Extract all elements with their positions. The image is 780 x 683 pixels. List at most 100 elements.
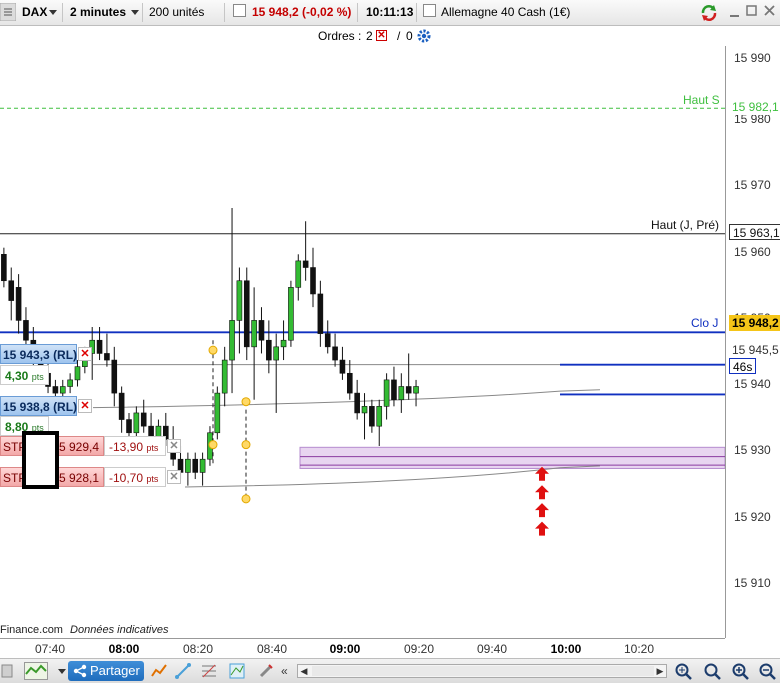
price-chart[interactable]	[0, 46, 726, 638]
expand-panel-icon[interactable]	[0, 662, 18, 680]
checkbox-icon[interactable]	[423, 4, 439, 20]
trail-line-1	[92, 389, 601, 409]
order-pts-1: 4,30 pts	[0, 365, 49, 385]
clo-j-label: Clo J	[691, 316, 719, 330]
candle-body	[361, 406, 368, 414]
haut-s-label: Haut S	[683, 93, 720, 107]
fibonacci-icon[interactable]	[200, 662, 218, 680]
share-button[interactable]: Partager	[68, 661, 144, 681]
units-field[interactable]: 200 unités	[149, 0, 204, 25]
order-pts-value: 4,30	[5, 369, 29, 383]
cancel-orders-icon[interactable]: ✕	[376, 30, 387, 41]
close-icon[interactable]	[764, 5, 780, 21]
drawing-icon[interactable]	[174, 662, 192, 680]
candle-body	[59, 386, 66, 394]
timeframe-select[interactable]: 2 minutes	[70, 0, 126, 25]
scroll-left-icon[interactable]: ◀	[298, 665, 310, 677]
order-pts-value: -10,70	[109, 471, 144, 485]
x-tick-label: 09:20	[403, 642, 435, 656]
order-pts-unit: pts	[146, 474, 159, 484]
zoom-out-icon[interactable]	[758, 662, 776, 680]
line-945-price: 15 945,5	[729, 342, 780, 358]
maximize-icon[interactable]	[746, 5, 762, 21]
y-tick-label: 15 970	[734, 178, 771, 192]
chevron-down-icon[interactable]	[58, 669, 66, 674]
chart-type-icon[interactable]	[24, 662, 48, 680]
x-tick-label: 10:20	[623, 642, 655, 656]
haut-j-label: Haut (J, Pré)	[651, 218, 720, 232]
y-tick-label: 15 910	[734, 576, 771, 590]
close-icon[interactable]: ✕	[78, 399, 92, 413]
drag-handle	[208, 440, 218, 450]
orders-separator: /	[397, 29, 401, 43]
candle-body	[199, 458, 206, 473]
candle-body	[1, 254, 7, 282]
candle-body	[376, 406, 383, 427]
order-price: 5 928,1	[59, 471, 100, 485]
candle-body	[192, 458, 199, 473]
candle-body	[317, 293, 324, 334]
close-icon[interactable]: ✕	[167, 439, 181, 453]
price-change: 15 948,2 (-0,02 %)	[252, 5, 352, 19]
close-icon[interactable]: ✕	[78, 347, 92, 361]
zoom-reset-icon[interactable]	[703, 662, 721, 680]
sidebar-toggle-icon[interactable]	[0, 2, 17, 22]
candle-body	[23, 320, 29, 341]
candle-body	[346, 372, 353, 394]
buy-signal-arrow	[535, 485, 549, 500]
x-tick-label: 07:40	[34, 642, 66, 656]
orders-label: Ordres :	[318, 29, 362, 43]
chevron-down-icon[interactable]	[131, 10, 139, 15]
pattern-icon[interactable]	[228, 662, 246, 680]
candle-body	[221, 359, 228, 394]
candle-body	[302, 260, 309, 268]
candle-body	[324, 333, 331, 348]
candle-body	[236, 280, 243, 321]
candle-body	[140, 412, 147, 427]
candle-body	[52, 386, 59, 394]
instrument-name[interactable]: DAX	[22, 0, 47, 25]
minimize-icon[interactable]	[729, 6, 745, 22]
order-tag-2[interactable]: 15 938,8 (RL)	[0, 396, 77, 416]
candle-body	[229, 320, 235, 361]
haut-j-price: 15 963,1	[729, 224, 780, 240]
y-tick-label: 15 930	[734, 443, 771, 457]
data-credits: Finance.com Données indicatives	[0, 624, 169, 636]
chevron-down-icon[interactable]	[49, 10, 57, 15]
text-tool-icon[interactable]	[257, 662, 275, 680]
order-pts-unit: pts	[146, 443, 159, 453]
share-label: Partager	[90, 663, 140, 678]
zoom-fit-icon[interactable]	[674, 662, 692, 680]
order-price: 5 929,4	[59, 440, 100, 454]
zoom-in-icon[interactable]	[731, 662, 749, 680]
candle-body	[383, 379, 390, 407]
order-tag-1[interactable]: 15 943,3 (RL)	[0, 344, 77, 364]
candle-body	[332, 346, 338, 361]
haut-s-price: 15 982,1	[729, 99, 780, 115]
candle-body	[185, 458, 191, 473]
order-pts-unit: pts	[31, 372, 44, 382]
current-price-box: 15 948,2	[729, 315, 780, 331]
bottom-toolbar: Partager « ◀ ▶	[0, 658, 780, 683]
drag-handle	[241, 397, 251, 407]
chart-scrollbar[interactable]: ◀ ▶	[297, 664, 667, 678]
checkbox-icon[interactable]	[233, 4, 249, 20]
refresh-icon[interactable]	[700, 4, 717, 21]
candle-body	[280, 339, 287, 348]
credits-source: Finance.com	[0, 624, 63, 636]
order-pts-value: -13,90	[109, 440, 144, 454]
candle-body	[405, 386, 412, 394]
indicator-icon[interactable]	[150, 662, 168, 680]
orders-bar: Ordres : 2 ✕ / 0	[0, 26, 780, 46]
stop-order-pts-2: -10,70 pts	[104, 467, 166, 487]
buy-signal-arrow	[535, 503, 549, 518]
scroll-right-icon[interactable]: ▶	[654, 665, 666, 677]
chart-plot-area[interactable]	[0, 46, 726, 638]
drag-handle	[241, 440, 251, 450]
order-price: 15 943,3	[3, 348, 50, 362]
scroll-thumb[interactable]	[312, 666, 654, 676]
close-icon[interactable]: ✕	[167, 470, 181, 484]
candle-body	[243, 280, 250, 348]
market-name: Allemagne 40 Cash (1€)	[441, 5, 571, 19]
buy-signal-arrow	[535, 521, 549, 536]
